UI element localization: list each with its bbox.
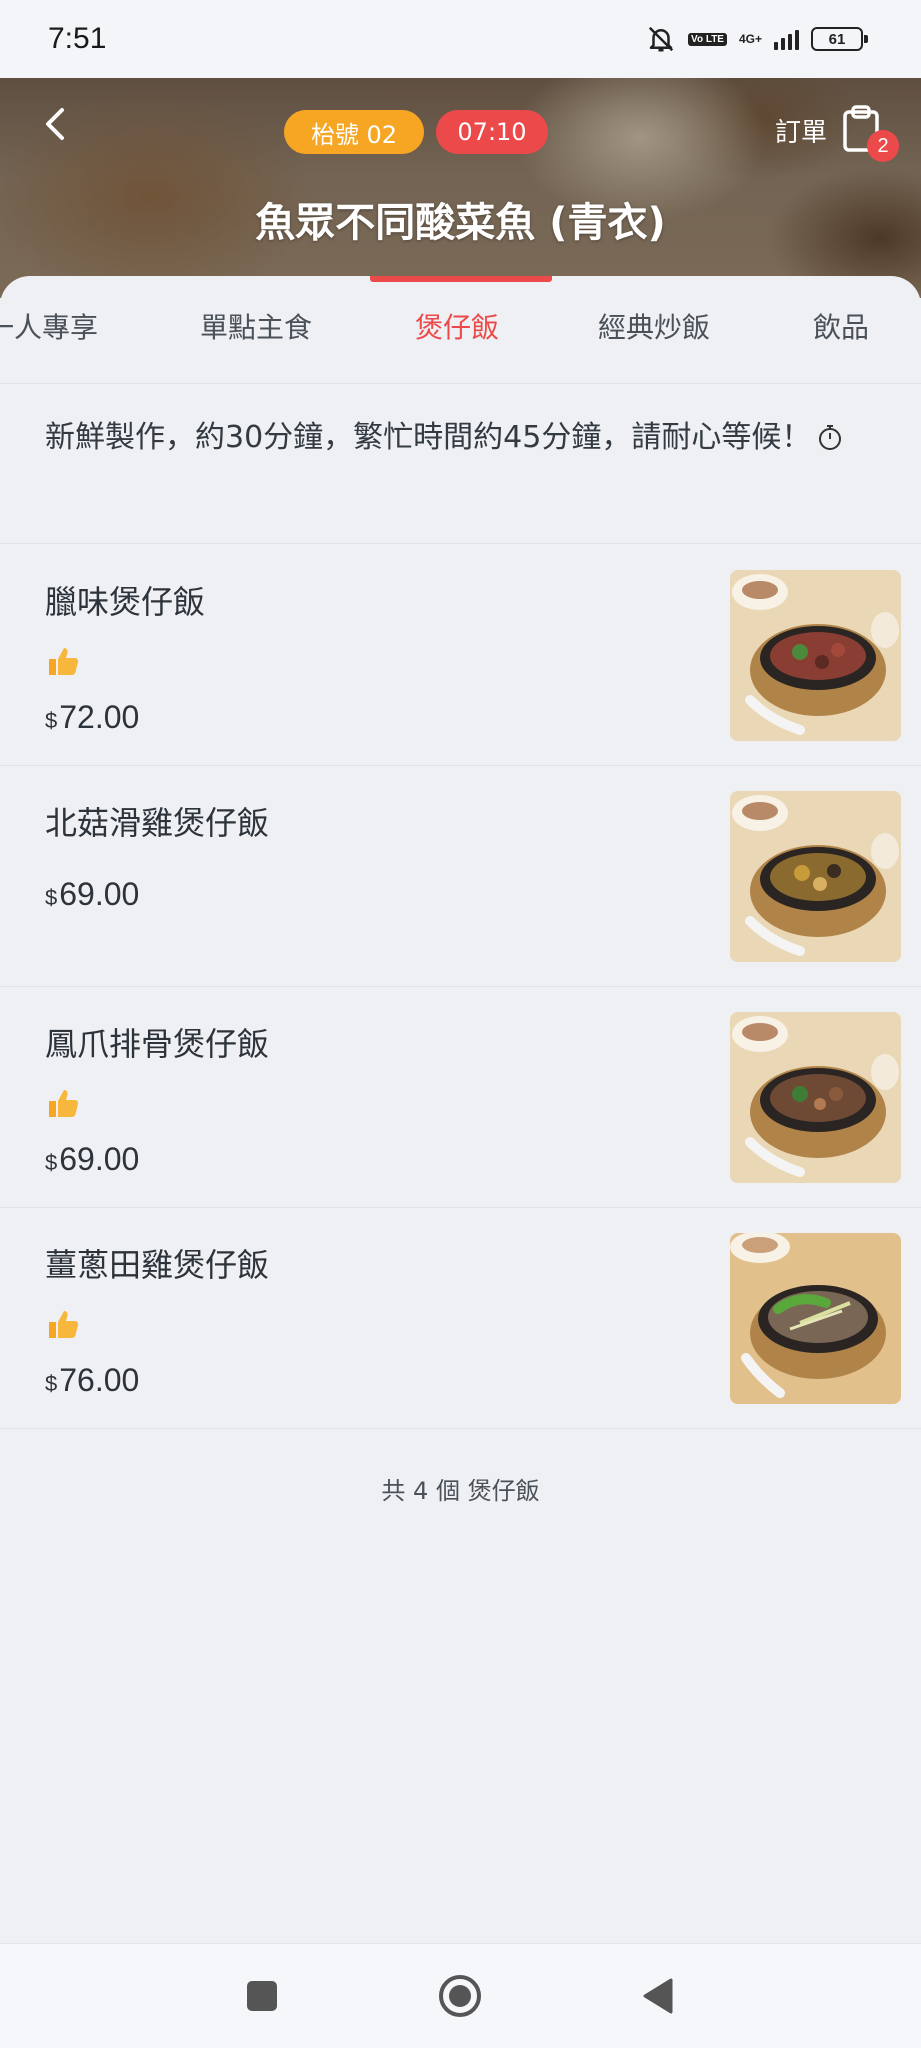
tab-fried-rice[interactable]: 經典炒飯 <box>598 306 710 346</box>
item-price: $76.00 <box>45 1362 139 1399</box>
back-arrow-icon <box>46 108 64 140</box>
currency-symbol: $ <box>45 885 58 910</box>
price-value: 72.00 <box>59 699 140 735</box>
price-value: 69.00 <box>59 1141 140 1177</box>
item-photo[interactable] <box>730 1012 901 1183</box>
order-button[interactable]: 訂單 2 <box>774 104 899 162</box>
status-time: 7:51 <box>48 22 107 55</box>
thumbs-up-icon <box>49 1090 79 1117</box>
claypot-rice-image <box>730 1233 901 1404</box>
battery-level: 61 <box>828 30 846 48</box>
preparation-notice: 新鮮製作，約30分鐘，繁忙時間約45分鐘，請耐心等候！ <box>0 384 921 544</box>
timer-badge: 07:10 <box>436 110 548 154</box>
item-price: $69.00 <box>45 1141 139 1178</box>
item-name: 薑蔥田雞煲仔飯 <box>45 1246 270 1284</box>
store-header: 枱號 02 07:10 訂單 2 魚眾不同酸菜魚 (青衣) <box>0 78 921 298</box>
currency-symbol: $ <box>45 1150 58 1175</box>
home-circle-icon <box>439 1975 481 2017</box>
network-type: 4G+ <box>738 32 762 46</box>
square-icon <box>247 1981 277 2011</box>
claypot-rice-image <box>730 1012 901 1183</box>
home-button[interactable] <box>438 1974 482 2018</box>
tab-single-main[interactable]: 單點主食 <box>200 306 312 346</box>
recents-button[interactable] <box>240 1974 284 2018</box>
back-button[interactable] <box>34 102 78 146</box>
bell-muted-icon <box>648 26 674 52</box>
system-nav-bar <box>0 1943 921 2048</box>
table-number-badge: 枱號 02 <box>284 110 424 154</box>
triangle-back-icon <box>643 1978 673 2014</box>
category-tabs: 一人專享 單點主食 煲仔飯 經典炒飯 飲品 <box>0 276 921 384</box>
menu-item[interactable]: 鳳爪排骨煲仔飯 $69.00 <box>0 987 921 1208</box>
claypot-rice-image <box>730 791 901 962</box>
menu-list: 臘味煲仔飯 $72.00 北菇滑雞煲仔飯 $69.00 鳳爪排骨煲仔飯 $69.… <box>0 545 921 1506</box>
list-summary: 共 4 個 煲仔飯 <box>381 1477 540 1505</box>
stopwatch-icon <box>819 425 842 450</box>
price-value: 76.00 <box>59 1362 140 1398</box>
menu-item[interactable]: 臘味煲仔飯 $72.00 <box>0 545 921 766</box>
signal-icon <box>774 28 799 50</box>
menu-item[interactable]: 北菇滑雞煲仔飯 $69.00 <box>0 766 921 987</box>
tab-drinks[interactable]: 飲品 <box>813 306 869 346</box>
active-tab-indicator <box>370 276 552 282</box>
item-price: $69.00 <box>45 876 139 913</box>
status-icons: Vo LTE 4G+ 61 <box>646 24 868 54</box>
menu-item[interactable]: 薑蔥田雞煲仔飯 $76.00 <box>0 1208 921 1429</box>
price-value: 69.00 <box>59 876 140 912</box>
shop-name: 魚眾不同酸菜魚 (青衣) <box>255 200 666 246</box>
back-nav-button[interactable] <box>636 1974 680 2018</box>
item-price: $72.00 <box>45 699 139 736</box>
currency-symbol: $ <box>45 1371 58 1396</box>
item-photo[interactable] <box>730 1233 901 1404</box>
item-name: 臘味煲仔飯 <box>45 583 206 621</box>
item-name: 鳳爪排骨煲仔飯 <box>45 1025 270 1063</box>
item-photo[interactable] <box>730 791 901 962</box>
item-photo[interactable] <box>730 570 901 741</box>
claypot-rice-image <box>730 570 901 741</box>
thumbs-up-icon <box>49 648 79 675</box>
order-count-badge: 2 <box>867 130 899 162</box>
notice-text: 新鮮製作，約30分鐘，繁忙時間約45分鐘，請耐心等候！ <box>45 420 812 455</box>
order-label: 訂單 <box>774 117 827 148</box>
tab-claypot-rice[interactable]: 煲仔飯 <box>415 306 499 346</box>
order-clipboard: 2 <box>839 104 899 162</box>
volte-icon: Vo LTE <box>688 32 727 46</box>
item-name: 北菇滑雞煲仔飯 <box>45 804 270 842</box>
battery-icon: 61 <box>811 27 868 51</box>
status-bar: 7:51 Vo LTE 4G+ 61 <box>0 0 921 78</box>
currency-symbol: $ <box>45 708 58 733</box>
tab-one-person[interactable]: 一人專享 <box>0 306 98 346</box>
thumbs-up-icon <box>49 1311 79 1338</box>
